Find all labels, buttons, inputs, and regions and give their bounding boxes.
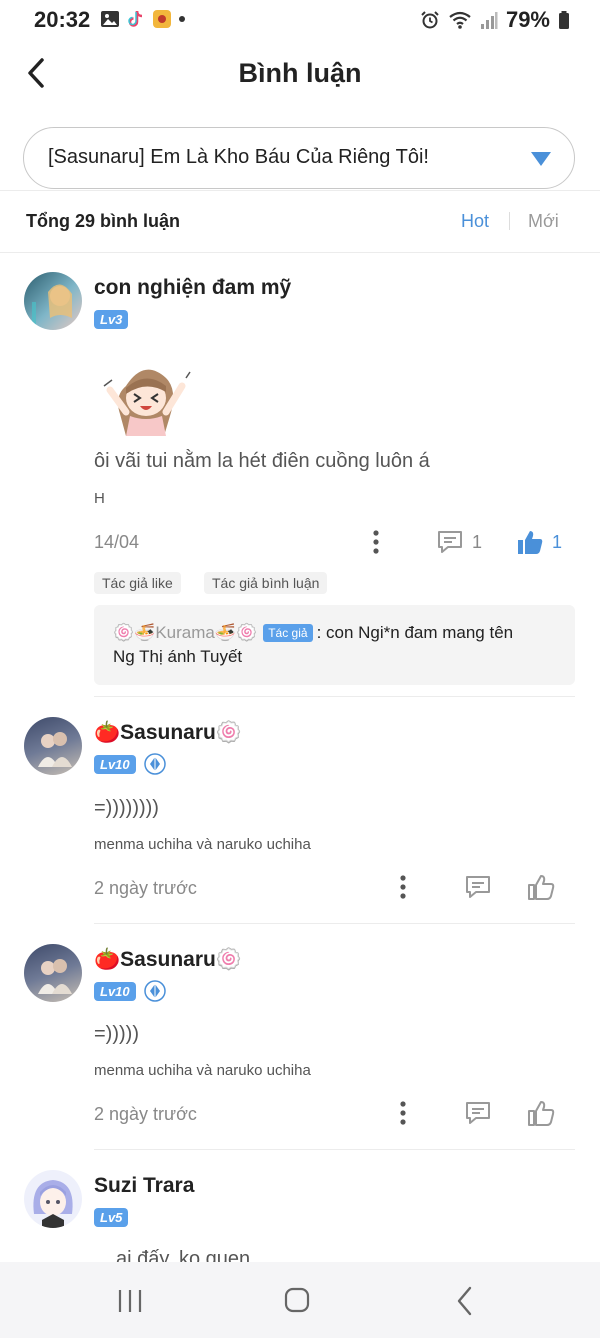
system-icons: 79% bbox=[420, 7, 570, 33]
sort-hot-tab[interactable]: Hot bbox=[461, 211, 489, 232]
sort-bar: Tổng 29 bình luận Hot Mới bbox=[0, 190, 600, 252]
back-icon[interactable] bbox=[446, 1284, 486, 1318]
avatar[interactable] bbox=[24, 272, 82, 330]
reply-button[interactable] bbox=[464, 872, 492, 902]
more-vertical-icon[interactable] bbox=[366, 528, 386, 556]
comment-item: con nghiện đam mỹ Lv3 ôi vãi tui nằm la … bbox=[0, 252, 600, 697]
avatar[interactable] bbox=[24, 944, 82, 1002]
author-tag: Tác giả bbox=[263, 624, 313, 642]
user-name[interactable]: 🍅Sasunaru🍥 bbox=[94, 721, 242, 745]
comment-item: 🍅Sasunaru🍥 Lv10 =))))) menma uchiha và n… bbox=[0, 924, 600, 1150]
reply-text-continued: Ng Thị ánh Tuyết bbox=[113, 647, 243, 666]
avatar[interactable] bbox=[24, 1170, 82, 1228]
signal-icon bbox=[480, 12, 498, 29]
diamond-badge-icon bbox=[144, 753, 166, 775]
user-name[interactable]: 🍅Sasunaru🍥 bbox=[94, 948, 242, 972]
notification-icons bbox=[100, 9, 186, 29]
total-comments: Tổng 29 bình luận bbox=[26, 211, 180, 231]
like-button[interactable]: 1 bbox=[516, 527, 562, 557]
reply-count: 1 bbox=[472, 531, 483, 552]
comment-text: =)))))))) bbox=[94, 797, 159, 819]
like-button[interactable] bbox=[527, 1098, 555, 1128]
comment-text: ôi vãi tui nằm la hét điên cuồng luôn á bbox=[94, 450, 430, 472]
comment-subtext: H bbox=[94, 490, 105, 507]
comment-icon bbox=[438, 531, 462, 553]
tag-author-commented: Tác giả bình luận bbox=[204, 572, 328, 594]
diamond-badge-icon bbox=[144, 980, 166, 1002]
wifi-icon bbox=[449, 11, 471, 29]
author-reply[interactable]: 🍥🍜Kurama🍜🍥 Tác giả : con Ngi*n đam mang … bbox=[94, 605, 575, 685]
thumbs-up-icon bbox=[528, 875, 555, 900]
more-vertical-icon[interactable] bbox=[393, 1099, 413, 1127]
page-title: Bình luận bbox=[238, 58, 362, 88]
comment-date: 14/04 bbox=[94, 532, 140, 552]
avatar[interactable] bbox=[24, 717, 82, 775]
cartoon-girl-sticker bbox=[103, 369, 191, 436]
comment-date: 2 ngày trước bbox=[94, 878, 197, 898]
alarm-icon bbox=[421, 11, 439, 29]
tag-author-liked: Tác giả like bbox=[94, 572, 181, 594]
reply-button[interactable] bbox=[464, 1098, 492, 1128]
triangle-down-icon bbox=[531, 152, 551, 166]
user-name[interactable]: Suzi Trara bbox=[94, 1174, 194, 1198]
status-bar: 20:32 79% bbox=[0, 0, 600, 40]
level-badge: Lv3 bbox=[94, 310, 129, 329]
reply-button[interactable]: 1 bbox=[436, 527, 482, 557]
recent-apps-icon[interactable] bbox=[110, 1284, 150, 1318]
comment-subtext: menma uchiha và naruko uchiha bbox=[94, 1062, 311, 1079]
comment-text: ai đấy, ko quen bbox=[116, 1248, 251, 1262]
battery-level: 79% bbox=[505, 7, 550, 32]
comment-date: 2 ngày trước bbox=[94, 1104, 197, 1124]
thumbs-up-icon bbox=[528, 1101, 555, 1126]
comment-subtext: menma uchiha và naruko uchiha bbox=[94, 836, 311, 853]
thumbs-up-filled-icon bbox=[518, 531, 543, 554]
avatar-image bbox=[33, 1180, 73, 1228]
reply-author[interactable]: 🍥🍜Kurama🍜🍥 bbox=[113, 623, 257, 643]
like-button[interactable] bbox=[527, 872, 555, 902]
chapter-selector[interactable]: [Sasunaru] Em Là Kho Báu Của Riêng Tôi! bbox=[23, 127, 575, 189]
like-count: 1 bbox=[552, 531, 563, 552]
level-badge: Lv5 bbox=[94, 1208, 129, 1227]
chapter-selector-value: [Sasunaru] Em Là Kho Báu Của Riêng Tôi! bbox=[48, 146, 429, 168]
sort-new-tab[interactable]: Mới bbox=[528, 211, 559, 232]
level-badge: Lv10 bbox=[94, 755, 136, 774]
home-icon[interactable] bbox=[277, 1284, 317, 1318]
comment-icon bbox=[466, 876, 490, 898]
gallery-icon bbox=[101, 11, 119, 27]
comment-item: Suzi Trara Lv5 ai đấy, ko quen bbox=[0, 1150, 600, 1262]
status-time: 20:32 bbox=[34, 7, 91, 32]
avatar-image bbox=[38, 732, 72, 767]
avatar-image bbox=[32, 284, 72, 326]
avatar-image bbox=[38, 959, 72, 994]
level-badge: Lv10 bbox=[94, 982, 136, 1001]
dot-icon bbox=[179, 16, 185, 22]
reply-line: 🍥🍜Kurama🍜🍥 Tác giả : con Ngi*n đam mang … bbox=[113, 623, 513, 643]
user-name[interactable]: con nghiện đam mỹ bbox=[94, 276, 291, 300]
reply-text: : con Ngi*n đam mang tên bbox=[316, 623, 514, 642]
system-nav-bar bbox=[0, 1262, 600, 1338]
app-icon bbox=[153, 10, 171, 28]
more-vertical-icon[interactable] bbox=[393, 873, 413, 901]
comment-icon bbox=[466, 1102, 490, 1124]
header: Bình luận bbox=[0, 40, 600, 110]
tiktok-icon bbox=[128, 10, 143, 27]
battery-icon bbox=[559, 11, 569, 29]
sort-separator bbox=[509, 212, 510, 230]
comment-text: =))))) bbox=[94, 1023, 139, 1045]
comment-item: 🍅Sasunaru🍥 Lv10 =)))))))) menma uchiha v… bbox=[0, 697, 600, 924]
